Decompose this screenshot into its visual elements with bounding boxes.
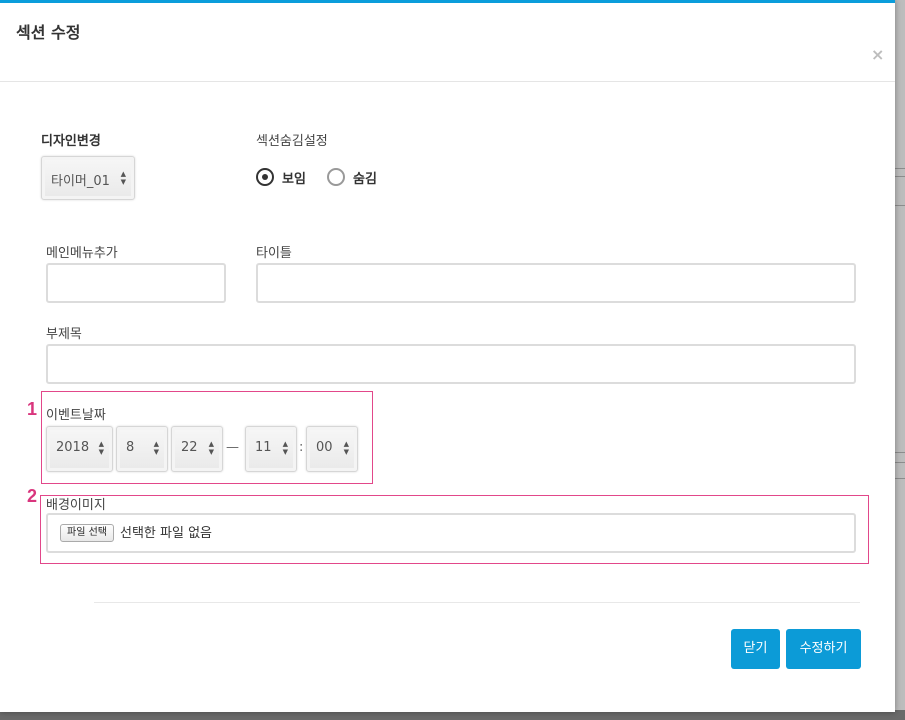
select-arrows-icon: ▲ ▼ xyxy=(153,440,159,456)
hour-select[interactable]: 11 ▲ ▼ xyxy=(245,426,297,472)
day-value: 22 xyxy=(181,440,198,455)
file-status-text: 선택한 파일 없음 xyxy=(120,526,212,541)
title-input[interactable] xyxy=(256,263,856,303)
month-value: 8 xyxy=(126,440,135,455)
main-menu-input[interactable] xyxy=(46,263,226,303)
step-number-2: 2 xyxy=(27,486,38,506)
modal-header: 섹션 수정 × xyxy=(0,3,895,82)
main-menu-label: 메인메뉴추가 xyxy=(46,246,118,261)
step-number-1: 1 xyxy=(27,399,38,419)
subtitle-label: 부제목 xyxy=(46,327,82,342)
background-page-edge xyxy=(895,0,905,720)
design-label: 디자인변경 xyxy=(41,134,101,149)
title-label: 타이틀 xyxy=(256,246,292,261)
select-arrows-icon: ▲ ▼ xyxy=(208,440,214,456)
event-date-label: 이벤트날짜 xyxy=(46,408,106,423)
radio-hide-label[interactable]: 숨김 xyxy=(353,168,377,187)
choose-file-button[interactable]: 파일 선택 xyxy=(60,524,114,542)
radio-show-label[interactable]: 보임 xyxy=(282,168,306,187)
time-colon: : xyxy=(299,440,304,455)
month-select[interactable]: 8 ▲ ▼ xyxy=(116,426,168,472)
select-arrows-icon: ▲ ▼ xyxy=(282,440,288,456)
edit-section-modal: 섹션 수정 × 디자인변경 타이머_01 ▲ ▼ 섹션숨김설정 보임 숨김 메인메… xyxy=(0,0,895,712)
design-select[interactable]: 타이머_01 ▲ ▼ xyxy=(41,156,135,200)
hour-value: 11 xyxy=(255,440,272,455)
footer-divider xyxy=(94,602,860,603)
radio-show[interactable] xyxy=(256,168,274,186)
select-arrows-icon: ▲ ▼ xyxy=(120,170,126,186)
save-button[interactable]: 수정하기 xyxy=(786,629,861,669)
visibility-label: 섹션숨김설정 xyxy=(256,134,328,149)
subtitle-input[interactable] xyxy=(46,344,856,384)
radio-hide[interactable] xyxy=(327,168,345,186)
radio-dot-icon xyxy=(262,174,268,180)
select-arrows-icon: ▲ ▼ xyxy=(343,440,349,456)
year-select[interactable]: 2018 ▲ ▼ xyxy=(46,426,113,472)
day-select[interactable]: 22 ▲ ▼ xyxy=(171,426,223,472)
select-arrows-icon: ▲ ▼ xyxy=(98,440,104,456)
minute-value: 00 xyxy=(316,440,333,455)
minute-select[interactable]: 00 ▲ ▼ xyxy=(306,426,358,472)
close-button[interactable]: 닫기 xyxy=(731,629,780,669)
modal-title: 섹션 수정 xyxy=(16,23,81,42)
date-time-separator: — xyxy=(226,440,239,455)
background-image-label: 배경이미지 xyxy=(46,498,106,513)
design-select-value: 타이머_01 xyxy=(51,174,110,189)
close-icon[interactable]: × xyxy=(871,47,884,63)
year-value: 2018 xyxy=(56,440,90,455)
